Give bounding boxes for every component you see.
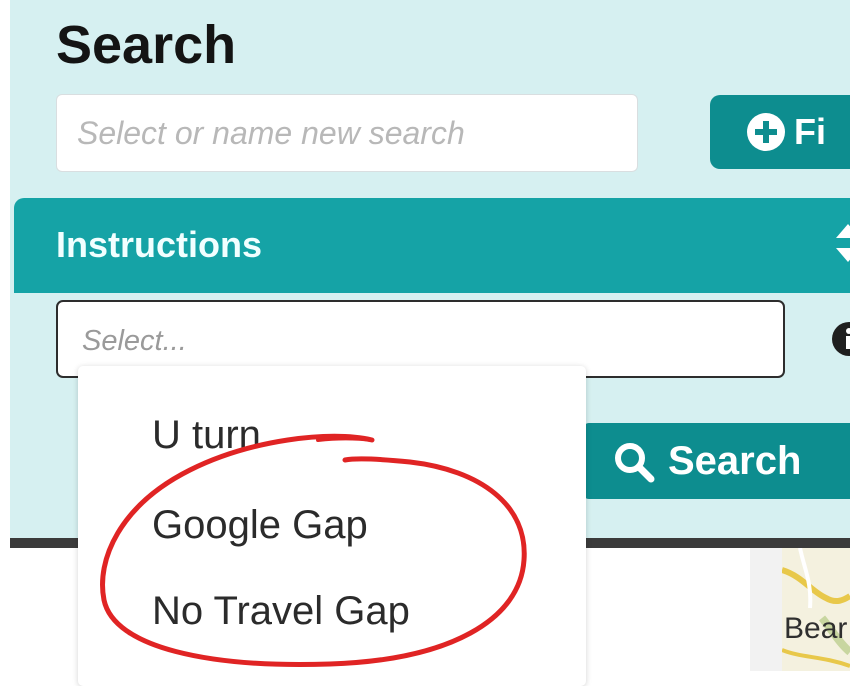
instructions-header[interactable]: Instructions	[14, 198, 850, 293]
dropdown-option-google-gap[interactable]: Google Gap	[152, 502, 368, 548]
filter-button-label: Fi	[794, 111, 826, 152]
add-filter-button[interactable]: Fi	[710, 95, 850, 169]
map-place-label: Bear	[784, 612, 848, 645]
info-icon[interactable]	[829, 322, 850, 356]
search-icon	[615, 443, 655, 483]
select-placeholder: Select...	[82, 325, 187, 357]
pane-separator[interactable]	[750, 548, 782, 671]
search-button-label: Search	[668, 439, 802, 483]
sort-icon[interactable]	[836, 220, 850, 266]
search-button[interactable]: Search	[583, 423, 850, 499]
page-title: Search	[56, 15, 237, 75]
dropdown-option-u-turn[interactable]: U turn	[152, 412, 261, 458]
instructions-dropdown-menu: U turn Google Gap No Travel Gap	[78, 366, 586, 686]
dropdown-option-no-travel-gap[interactable]: No Travel Gap	[152, 588, 410, 634]
map-view[interactable]: Bear	[782, 548, 850, 671]
map-roads	[782, 548, 850, 668]
instructions-title: Instructions	[56, 224, 263, 265]
search-name-input[interactable]	[56, 94, 638, 172]
plus-circle-icon	[747, 113, 785, 151]
